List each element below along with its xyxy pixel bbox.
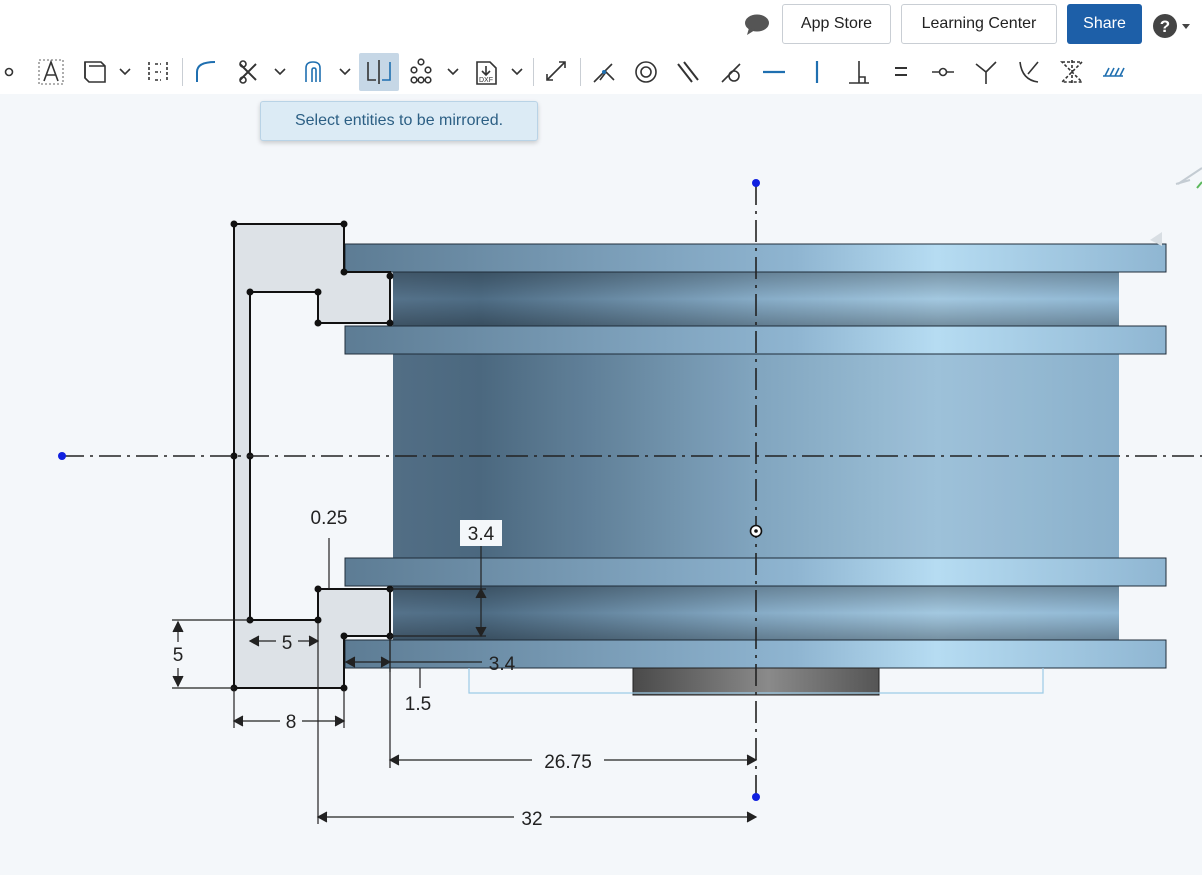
coincident-icon[interactable] [593, 63, 615, 83]
trim-icon[interactable] [239, 60, 257, 84]
point-icon[interactable] [4, 67, 14, 77]
dimension-5-height[interactable]: 5 [173, 645, 184, 666]
construction-icon[interactable] [148, 62, 168, 82]
dimension-1-5[interactable]: 1.5 [405, 694, 431, 715]
share-button[interactable]: Share [1067, 4, 1142, 44]
app-store-button[interactable]: App Store [782, 4, 891, 44]
slot-icon[interactable] [84, 61, 106, 83]
concentric-icon[interactable] [635, 61, 657, 83]
sketch-toolbar: DXF [0, 50, 1202, 94]
top-bar: App Store Learning Center Share ? [0, 0, 1202, 50]
transform-icon[interactable] [546, 61, 566, 81]
dimension-3-4-vertical[interactable]: 3.4 [468, 524, 495, 545]
normal-icon[interactable] [975, 61, 997, 84]
svg-text:?: ? [1160, 17, 1170, 36]
learning-center-button[interactable]: Learning Center [901, 4, 1057, 44]
midpoint-icon[interactable] [932, 67, 954, 77]
symmetric-icon[interactable] [1060, 60, 1084, 84]
chevron-down-icon[interactable] [511, 68, 523, 76]
sketch-canvas[interactable]: 0.25 3.4 3.4 5 5 8 1.5 26.75 32 [0, 94, 1202, 870]
origin-point[interactable] [749, 524, 763, 538]
dimension-0-25[interactable]: 0.25 [311, 508, 348, 529]
dimension-8[interactable]: 8 [286, 712, 297, 733]
perpendicular-icon[interactable] [849, 61, 869, 84]
dimension-32[interactable]: 32 [521, 809, 542, 830]
dimension-3-4-horizontal[interactable]: 3.4 [489, 654, 516, 675]
pattern-icon[interactable] [410, 58, 432, 84]
dimension-26-75[interactable]: 26.75 [544, 752, 592, 773]
chevron-down-icon[interactable] [447, 68, 459, 76]
fillet-icon[interactable] [196, 61, 216, 82]
chat-bubble-icon[interactable] [744, 13, 770, 37]
chevron-down-icon[interactable] [339, 68, 351, 76]
text-icon[interactable] [38, 59, 64, 85]
view-cube[interactable] [1150, 167, 1202, 246]
svg-text:DXF: DXF [479, 77, 493, 84]
chevron-down-icon[interactable] [119, 68, 131, 76]
parallel-icon[interactable] [677, 61, 699, 83]
offset-icon[interactable] [305, 61, 321, 82]
curvature-icon[interactable] [1019, 61, 1039, 83]
dimension-5-width[interactable]: 5 [282, 633, 293, 654]
tangent-icon[interactable] [721, 63, 741, 83]
help-icon[interactable]: ? [1152, 12, 1194, 40]
dxf-insert-icon[interactable]: DXF [476, 61, 497, 85]
equal-icon[interactable] [895, 67, 907, 76]
chevron-down-icon[interactable] [274, 68, 286, 76]
fix-icon[interactable] [1103, 67, 1125, 77]
